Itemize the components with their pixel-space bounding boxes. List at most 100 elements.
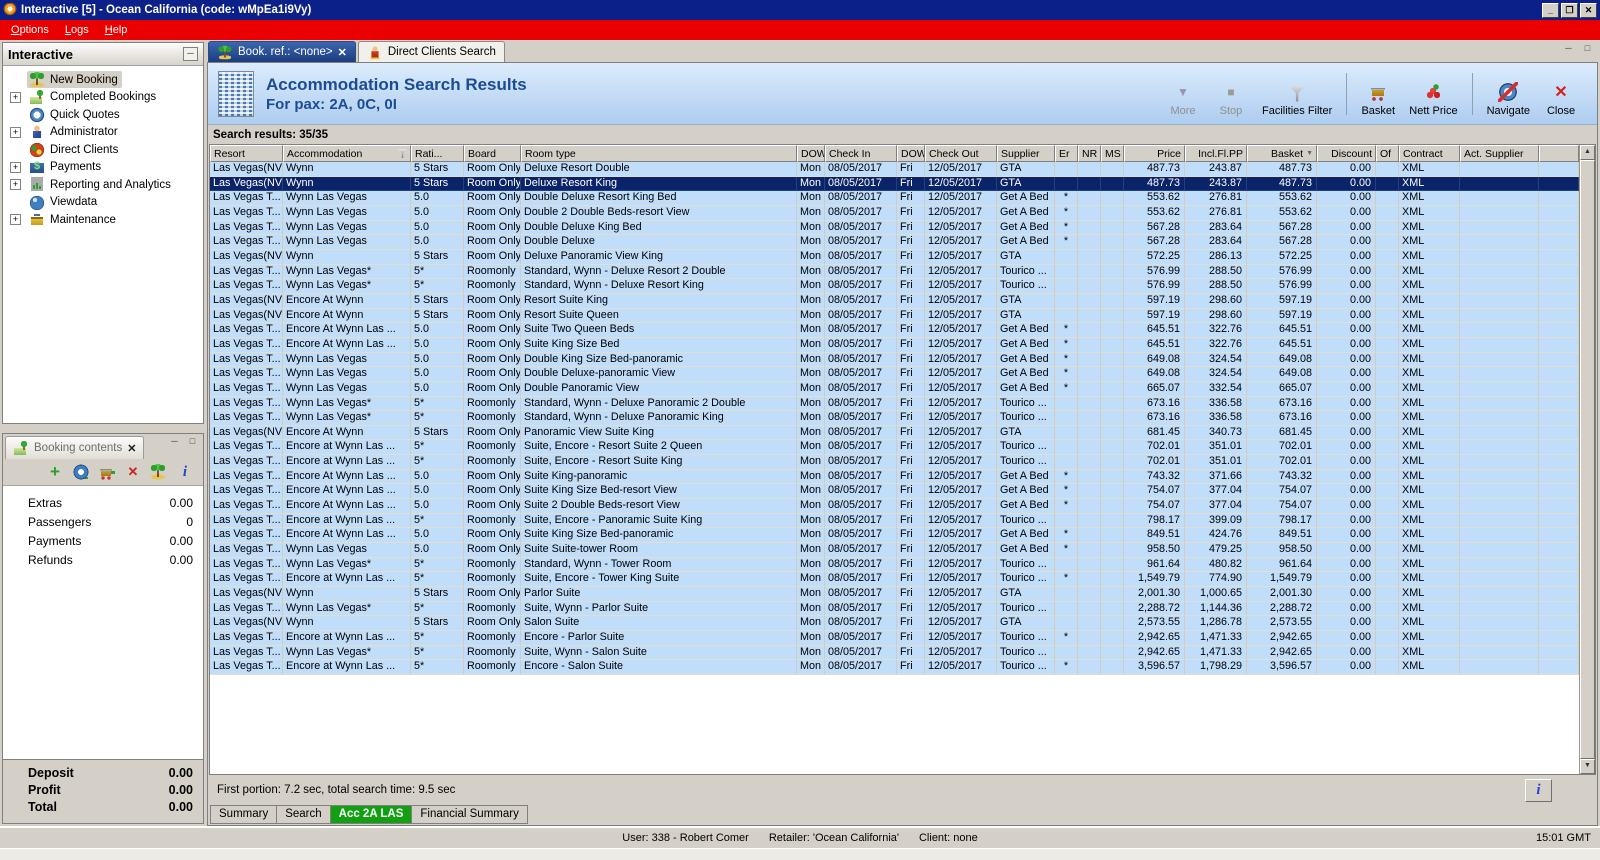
sidebar-item-reporting-and-analytics[interactable]: + Reporting and Analytics [3,176,203,194]
table-row[interactable]: Las Vegas T... Encore At Wynn Las ... 5.0 R… [210,499,1579,514]
column-header-basket[interactable]: Basket ▼ [1247,145,1317,162]
bc-delete-button[interactable] [124,464,142,481]
navigate-button[interactable]: Navigate [1482,71,1535,117]
table-row[interactable]: Las Vegas T... Wynn Las Vegas* 5* Roomonly S… [210,645,1579,661]
column-header-of[interactable]: Of [1376,145,1399,162]
table-row[interactable]: Las Vegas T... Encore At Wynn Las ... 5.0 R… [210,337,1579,353]
workspace-minimize-icon[interactable]: ─ [1562,43,1575,55]
table-row[interactable]: Las Vegas T... Encore at Wynn Las ... 5* Ro… [210,631,1579,646]
column-header-accommodation[interactable]: Accommodation [283,145,411,162]
close-button[interactable]: Close [1539,71,1583,117]
table-row[interactable]: Las Vegas(NV) Encore At Wynn 5 Stars Room O… [210,425,1579,441]
tab-direct-clients-search[interactable]: Direct Clients Search [357,41,505,62]
table-row[interactable]: Las Vegas T... Wynn Las Vegas 5.0 Room Only… [210,352,1579,368]
more-button[interactable]: More [1161,71,1205,117]
basket-button[interactable]: Basket [1356,71,1400,117]
tab-book-ref-none[interactable]: Book. ref.: <none> ✕ [208,41,356,62]
bottom-tab-summary[interactable]: Summary [210,805,278,824]
table-row[interactable]: Las Vegas(NV) Encore At Wynn 5 Stars Room O… [210,308,1579,324]
column-header-rati[interactable]: Rati... [411,145,464,162]
table-row[interactable]: Las Vegas T... Wynn Las Vegas* 5* Roomonly S… [210,411,1579,426]
table-row[interactable]: Las Vegas T... Encore At Wynn Las ... 5.0 R… [210,528,1579,544]
column-header-board[interactable]: Board [464,145,521,162]
sidebar-item-maintenance[interactable]: + Maintenance [3,211,203,229]
minimize-button[interactable]: _ [1542,2,1559,18]
table-row[interactable]: Las Vegas T... Wynn Las Vegas 5.0 Room Only… [210,205,1579,221]
column-header-price[interactable]: Price [1124,145,1185,162]
column-header-er[interactable]: Er [1055,145,1078,162]
workspace-maximize-icon[interactable]: □ [1581,43,1594,55]
column-header-nr[interactable]: NR [1078,145,1101,162]
column-header-dow[interactable]: DOW [897,145,925,162]
bottom-tab-acc-2a-las[interactable]: Acc 2A LAS [330,805,413,824]
facilities-filter-button[interactable]: Facilities Filter [1257,71,1337,117]
table-row[interactable]: Las Vegas T... Wynn Las Vegas 5.0 Room Only… [210,543,1579,558]
column-header-resort[interactable]: Resort [210,145,283,162]
close-button[interactable]: ✕ [1580,2,1597,18]
table-row[interactable]: Las Vegas T... Encore at Wynn Las ... 5* Ro… [210,660,1579,675]
bc-info-button[interactable] [176,464,194,481]
menu-help[interactable]: Help [97,22,136,38]
column-header-act-supplier[interactable]: Act. Supplier [1460,145,1539,162]
menu-logs[interactable]: Logs [57,22,97,38]
table-row[interactable]: Las Vegas(NV) Wynn 5 Stars Room Only Parlor … [210,587,1579,602]
nett-price-button[interactable]: Nett Price [1404,71,1462,117]
table-row[interactable]: Las Vegas T... Wynn Las Vegas 5.0 Room Only… [210,235,1579,250]
tab-close-icon[interactable]: ✕ [338,46,347,59]
sidebar-item-completed-bookings[interactable]: + Completed Bookings [3,89,203,107]
booking-contents-tab[interactable]: Booking contents ✕ [5,436,145,459]
table-row[interactable]: Las Vegas T... Encore At Wynn Las ... 5.0 R… [210,323,1579,338]
booking-contents-close-icon[interactable]: ✕ [127,442,136,455]
table-row[interactable]: Las Vegas T... Wynn Las Vegas 5.0 Room Only… [210,191,1579,206]
scrollbar-thumb[interactable] [1580,160,1595,759]
column-header-supplier[interactable]: Supplier [997,145,1055,162]
sidebar-item-new-booking[interactable]: New Booking [3,71,203,89]
expand-toggle[interactable]: + [10,91,21,103]
sidebar-item-viewdata[interactable]: Viewdata [3,194,203,212]
table-row[interactable]: Las Vegas T... Encore at Wynn Las ... 5* Ro… [210,440,1579,456]
column-header-room-type[interactable]: Room type [521,145,797,162]
scroll-up-icon[interactable]: ▲ [1580,145,1595,160]
panel-minimize-icon[interactable]: ─ [168,436,181,448]
column-header-check-out[interactable]: Check Out [925,145,997,162]
table-row[interactable]: Las Vegas T... Encore at Wynn Las ... 5* Ro… [210,513,1579,529]
bc-search-button[interactable] [72,463,90,481]
expand-toggle[interactable]: + [10,126,21,138]
table-row[interactable]: Las Vegas T... Wynn Las Vegas* 5* Roomonly S… [210,279,1579,294]
vertical-scrollbar[interactable]: ▲ ▼ [1579,145,1595,774]
table-row[interactable]: Las Vegas T... Wynn Las Vegas 5.0 Room Only… [210,381,1579,397]
column-header-check-in[interactable]: Check In [825,145,897,162]
bc-add-button[interactable] [46,464,64,481]
sidebar-item-payments[interactable]: + Payments [3,159,203,177]
maximize-button[interactable]: ❐ [1561,2,1578,18]
column-header-dow[interactable]: DOW [797,145,825,162]
table-row[interactable]: Las Vegas(NV) Encore At Wynn 5 Stars Room O… [210,293,1579,309]
column-header-contract[interactable]: Contract [1399,145,1460,162]
filter-funnel-icon[interactable] [398,149,407,158]
table-row[interactable]: Las Vegas T... Wynn Las Vegas* 5* Roomonly S… [210,601,1579,617]
column-header-ms[interactable]: MS [1101,145,1124,162]
table-row[interactable]: Las Vegas T... Wynn Las Vegas* 5* Roomonly S… [210,396,1579,412]
bottom-tab-financial-summary[interactable]: Financial Summary [412,805,528,824]
table-row[interactable]: Las Vegas T... Wynn Las Vegas 5.0 Room Only… [210,367,1579,382]
table-row[interactable]: Las Vegas T... Wynn Las Vegas* 5* Roomonly S… [210,264,1579,280]
expand-toggle[interactable]: + [10,179,21,191]
table-row[interactable]: Las Vegas T... Wynn Las Vegas 5.0 Room Only… [210,220,1579,236]
table-row[interactable]: Las Vegas T... Encore At Wynn Las ... 5.0 R… [210,484,1579,500]
stop-button[interactable]: Stop [1209,71,1253,117]
bottom-tab-search[interactable]: Search [277,805,331,824]
bc-holiday-button[interactable] [150,463,168,481]
table-row[interactable]: Las Vegas T... Wynn Las Vegas* 5* Roomonly S… [210,557,1579,573]
table-row[interactable]: Las Vegas(NV) Wynn 5 Stars Room Only Deluxe … [210,162,1579,177]
collapse-panel-button[interactable]: ─ [183,47,198,61]
table-row[interactable]: Las Vegas T... Encore at Wynn Las ... 5* Ro… [210,455,1579,470]
sidebar-item-quick-quotes[interactable]: Quick Quotes [3,106,203,124]
sidebar-item-direct-clients[interactable]: Direct Clients [3,141,203,159]
column-header-discount[interactable]: Discount [1317,145,1376,162]
scroll-down-icon[interactable]: ▼ [1580,759,1595,774]
table-row[interactable]: Las Vegas T... Encore At Wynn Las ... 5.0 R… [210,469,1579,485]
panel-maximize-icon[interactable]: □ [186,436,199,448]
table-row[interactable]: Las Vegas(NV) Wynn 5 Stars Room Only Deluxe … [210,249,1579,265]
table-row[interactable]: Las Vegas(NV) Wynn 5 Stars Room Only Salon S… [210,616,1579,631]
bc-move-to-basket-button[interactable] [98,463,116,481]
